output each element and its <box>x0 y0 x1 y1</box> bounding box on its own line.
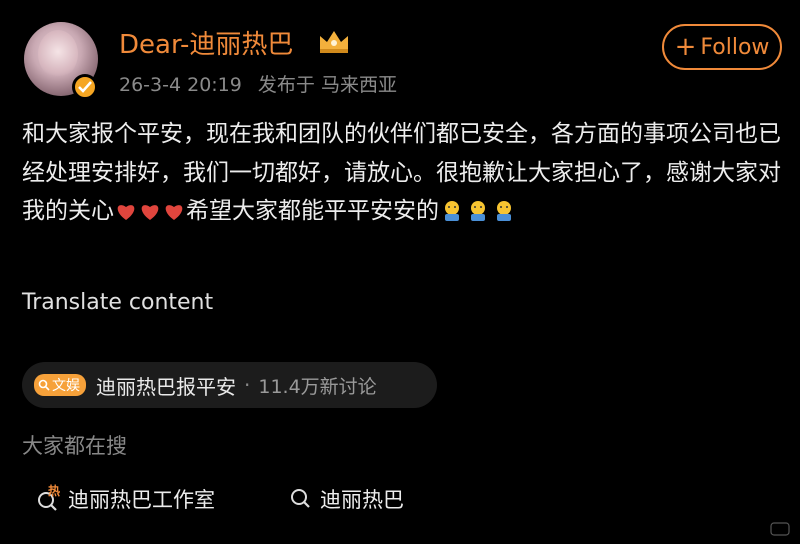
section-title: 大家都在搜 <box>22 434 127 458</box>
topic-count: 11.4万新讨论 <box>258 375 377 398</box>
heart-icon <box>141 205 159 220</box>
hot-search-icon: 热 <box>36 484 62 512</box>
search-suggestion[interactable]: 迪丽热巴 <box>288 484 404 514</box>
heart-icon <box>117 205 135 220</box>
search-suggestion-label: 迪丽热巴 <box>320 488 404 512</box>
heart-icon <box>165 205 183 220</box>
verified-badge-icon <box>72 74 98 100</box>
emoji-icon <box>445 201 459 221</box>
search-icon <box>38 379 50 391</box>
topic-badge-label: 文娱 <box>52 378 80 394</box>
hot-badge: 热 <box>48 484 61 498</box>
topic-badge: 文娱 <box>34 374 86 396</box>
topic-pill[interactable]: 文娱 迪丽热巴报平安 · 11.4万新讨论 <box>22 362 437 408</box>
post-meta: 26-3-4 20:19 发布于 马来西亚 <box>119 70 397 97</box>
search-suggestion-label: 迪丽热巴工作室 <box>68 488 215 512</box>
search-icon <box>291 489 310 508</box>
translate-link[interactable]: Translate content <box>22 290 213 315</box>
follow-label: Follow <box>700 34 770 60</box>
watermark-icon <box>770 522 790 536</box>
username[interactable]: Dear-迪丽热巴 <box>119 24 293 61</box>
topic-title: 迪丽热巴报平安 <box>96 374 236 399</box>
emoji-icon <box>471 201 485 221</box>
post-date: 26-3-4 20:19 <box>119 74 242 96</box>
plus-icon: + <box>674 32 697 62</box>
post-text-part2: 希望大家都能平平安安的 <box>186 198 439 224</box>
post-location: 发布于 马来西亚 <box>257 74 397 96</box>
crown-icon <box>320 31 348 53</box>
post-text: 和大家报个平安，现在我和团队的伙伴们都已安全，各方面的事项公司也已经处理安排好，… <box>22 115 782 231</box>
emoji-icon <box>497 201 511 221</box>
topic-separator: · <box>244 373 251 397</box>
search-suggestion[interactable]: 热 迪丽热巴工作室 <box>36 484 215 514</box>
follow-button[interactable]: + Follow <box>662 24 782 70</box>
